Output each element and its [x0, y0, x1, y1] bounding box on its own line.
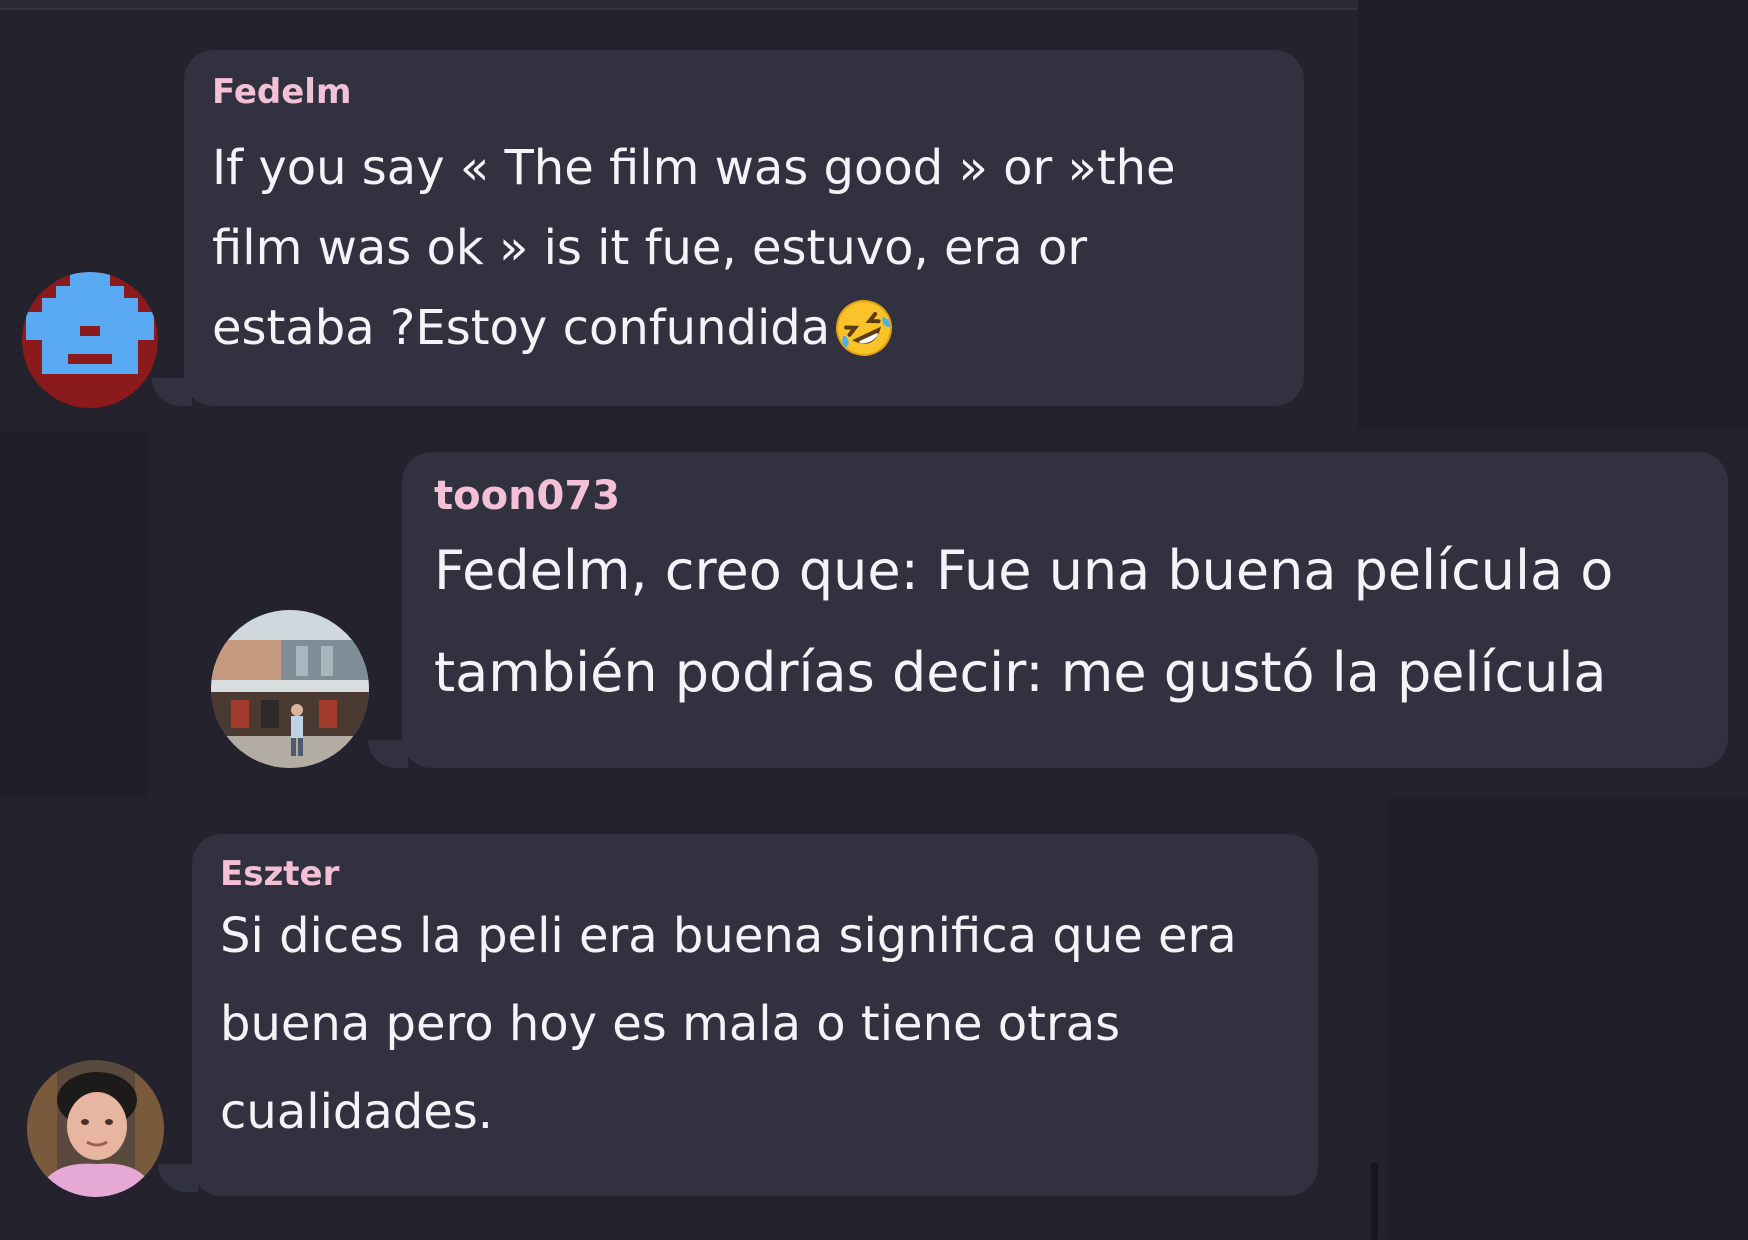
top-divider	[0, 0, 1358, 10]
message-text: If you say « The film was good » or »the…	[212, 128, 1276, 368]
message-text: Fedelm, creo que: Fue una buena película…	[434, 539, 1614, 704]
user-avatar[interactable]	[22, 272, 158, 408]
scrollbar-thumb[interactable]	[1371, 1162, 1378, 1240]
message-bubble: toon073 Fedelm, creo que: Fue una buena …	[402, 452, 1728, 768]
message-row-band	[1388, 798, 1748, 1240]
message-author[interactable]: Eszter	[220, 852, 1288, 896]
user-avatar[interactable]	[27, 1060, 164, 1197]
pixel-invader-avatar-icon	[22, 272, 158, 408]
message-text: Si dices la peli era buena significa que…	[220, 908, 1237, 1140]
message-author[interactable]: toon073	[434, 474, 1698, 518]
message-row-band	[0, 432, 148, 796]
message-row-band	[1358, 0, 1748, 430]
photo-avatar-icon	[211, 610, 369, 768]
message-text-content: If you say « The film was good » or »the…	[212, 140, 1176, 356]
message-bubble: Eszter Si dices la peli era buena signif…	[192, 834, 1318, 1196]
photo-avatar-icon	[27, 1060, 164, 1197]
user-avatar[interactable]	[211, 610, 369, 768]
message-author[interactable]: Fedelm	[212, 70, 1276, 114]
message-bubble: Fedelm If you say « The film was good » …	[184, 50, 1304, 406]
rolling-on-the-floor-laughing-emoji-icon	[834, 298, 894, 358]
